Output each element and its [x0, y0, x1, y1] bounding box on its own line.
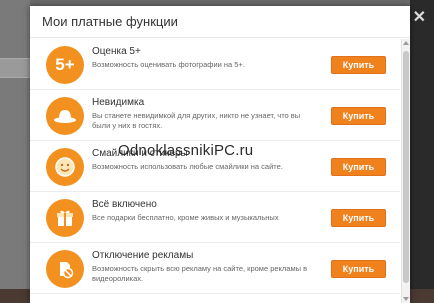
scroll-up-arrow-icon[interactable]: [403, 41, 409, 45]
modal-title: Мои платные функции: [30, 6, 410, 38]
feature-description: Возможность использовать любые смайлики …: [92, 162, 283, 171]
buy-button[interactable]: Купить: [331, 56, 386, 74]
feature-title: Отключение рекламы: [92, 250, 194, 261]
gift-icon: [46, 199, 84, 237]
feature-description: Возможность скрыть всю рекламу на сайте,…: [92, 264, 308, 283]
close-icon[interactable]: ✕: [413, 10, 426, 26]
list-item: 5+ Оценка 5+ Возможность оценивать фотог…: [30, 39, 400, 90]
buy-button[interactable]: Купить: [331, 158, 386, 176]
watermark-text: OdnoklassnikiPC.ru: [118, 142, 254, 159]
feature-title: Оценка 5+: [92, 46, 141, 57]
buy-button[interactable]: Купить: [331, 107, 386, 125]
five-plus-icon: 5+: [46, 46, 84, 84]
feature-description: Вы станете невидимкой для других, никто …: [92, 111, 301, 130]
list-item: Отключение рекламы Возможность скрыть вс…: [30, 243, 400, 294]
scroll-down-arrow-icon[interactable]: [403, 297, 409, 301]
feature-description: Возможность оценивать фотографии на 5+.: [92, 60, 245, 69]
no-ads-icon: [46, 250, 84, 288]
feature-description: Все подарки бесплатно, кроме живых и муз…: [92, 213, 279, 222]
features-list: 5+ Оценка 5+ Возможность оценивать фотог…: [30, 39, 400, 303]
list-item: Невидимка Вы станете невидимкой для друг…: [30, 90, 400, 141]
buy-button[interactable]: Купить: [331, 260, 386, 278]
smiley-icon: [46, 148, 84, 186]
hat-icon: [46, 97, 84, 135]
feature-title: Всё включено: [92, 199, 157, 210]
background-right-panel: ✕: [410, 0, 434, 303]
scroll-thumb[interactable]: [403, 51, 409, 283]
feature-title: Невидимка: [92, 97, 145, 108]
buy-button[interactable]: Купить: [331, 209, 386, 227]
five-plus-icon-text: 5+: [55, 55, 75, 74]
list-item: Всё включено Все подарки бесплатно, кром…: [30, 192, 400, 243]
background-left-panel: [0, 0, 30, 303]
scrollbar[interactable]: [401, 39, 410, 303]
background-input-field: [0, 58, 30, 78]
